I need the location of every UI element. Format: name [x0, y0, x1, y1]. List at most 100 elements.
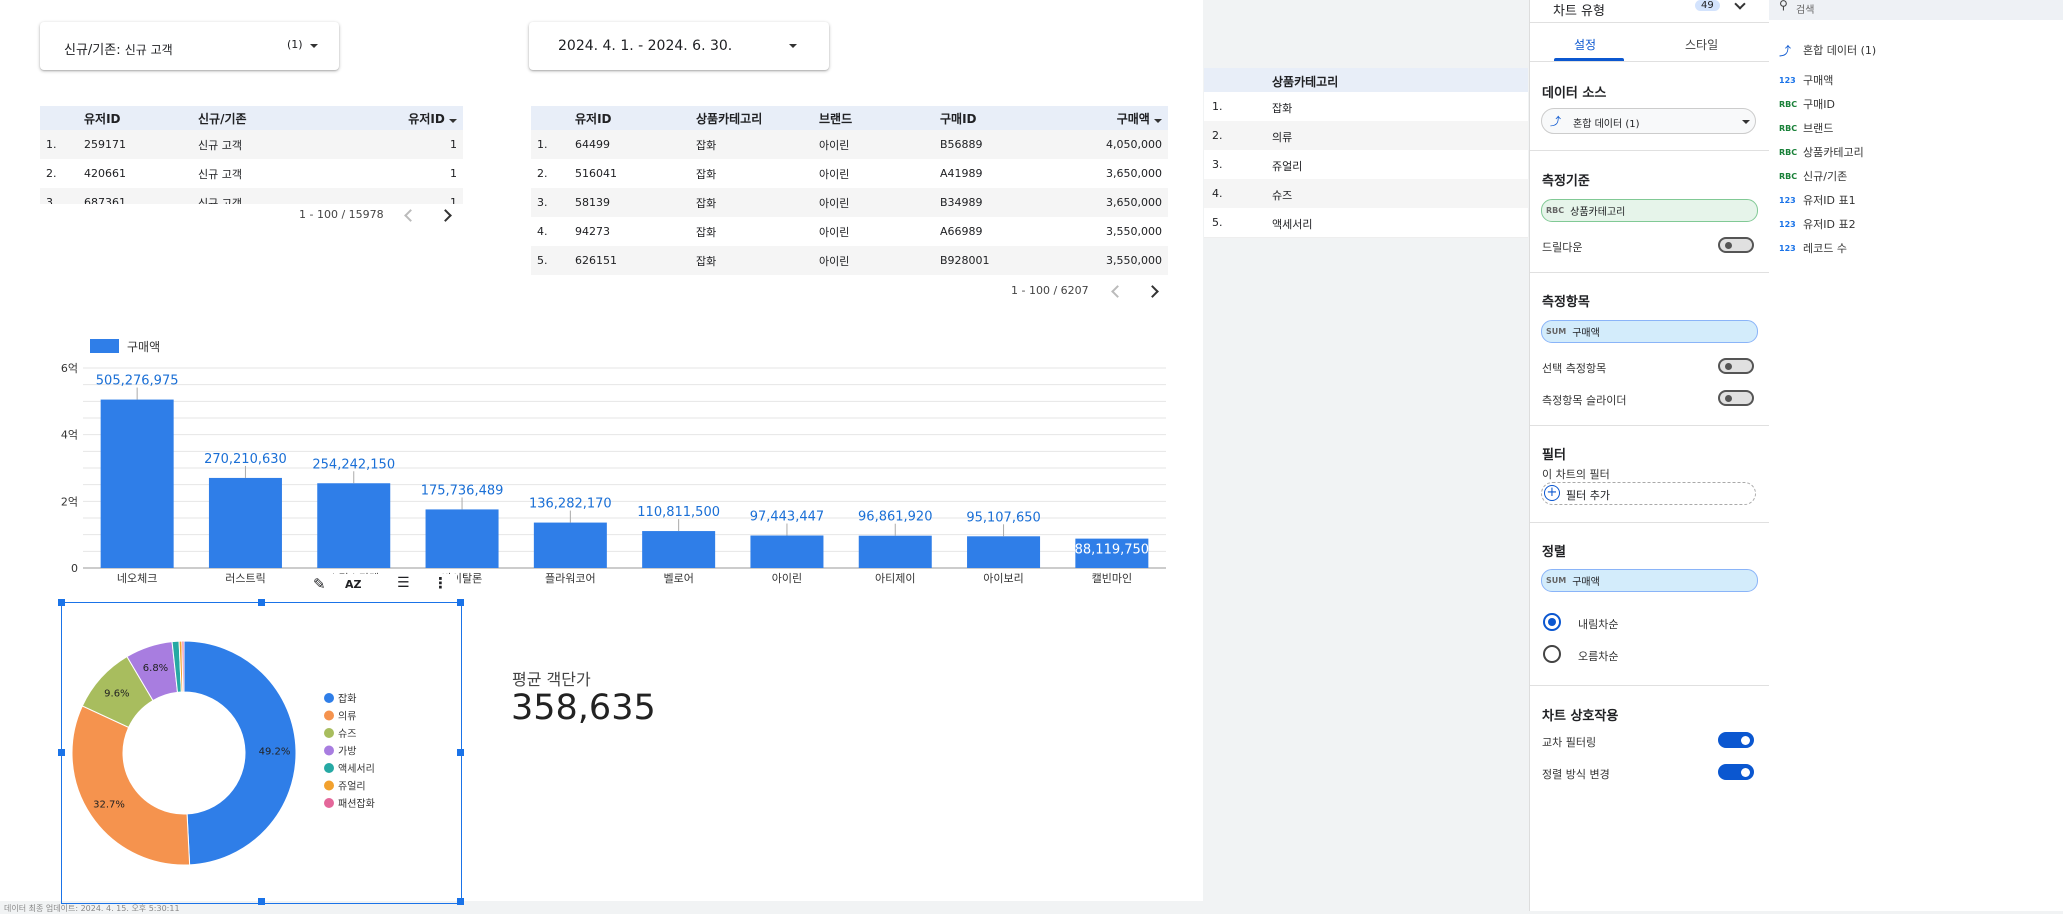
- table-row[interactable]: 1. 259171 신규 고객 1: [40, 130, 463, 159]
- row-index: 1.: [531, 130, 569, 159]
- sort-chip[interactable]: SUM 구매액: [1541, 569, 1758, 592]
- x-tick-label: 캘빈마인: [1092, 572, 1132, 585]
- data-label: 88,119,750: [1075, 543, 1149, 558]
- bar[interactable]: [317, 483, 391, 568]
- optional-metric-toggle[interactable]: [1718, 358, 1754, 374]
- data-label: 95,107,650: [966, 510, 1040, 525]
- col-header[interactable]: 유저ID: [78, 106, 192, 130]
- table-row[interactable]: 3. 58139 잡화 아이린 B34989 3,650,000: [531, 188, 1168, 217]
- bar[interactable]: [100, 399, 174, 568]
- table-row[interactable]: 5. 액세서리: [1204, 208, 1528, 238]
- resize-handle[interactable]: [457, 898, 464, 905]
- field-type-icon: 123: [1779, 219, 1796, 229]
- resize-handle[interactable]: [258, 898, 265, 905]
- chart-type-badge: 49: [1695, 0, 1720, 11]
- tab-style[interactable]: 스타일: [1685, 36, 1718, 53]
- field-item[interactable]: RBC 신규/기존: [1779, 167, 1847, 185]
- sort-asc-radio[interactable]: [1543, 645, 1561, 663]
- legend-label[interactable]: 잡화: [338, 693, 356, 705]
- col-header[interactable]: 브랜드: [813, 106, 934, 130]
- field-item[interactable]: RBC 상품카테고리: [1779, 143, 1864, 161]
- tab-settings[interactable]: 설정: [1574, 36, 1596, 53]
- resize-handle[interactable]: [58, 749, 65, 756]
- next-page-icon[interactable]: [1146, 285, 1159, 298]
- table-row[interactable]: 3. 쥬얼리: [1204, 150, 1528, 180]
- col-header[interactable]: 유저ID: [359, 106, 463, 130]
- table-row[interactable]: 4. 슈즈: [1204, 179, 1528, 209]
- col-header[interactable]: 구매액: [1056, 106, 1168, 130]
- legend-label[interactable]: 가방: [338, 746, 356, 758]
- cell: 아이린: [813, 188, 934, 217]
- legend-label[interactable]: 의류: [338, 711, 356, 723]
- table-row[interactable]: 1. 잡화: [1204, 92, 1528, 122]
- purchase-table: 유저ID 상품카테고리 브랜드 구매ID 구매액 1. 64499 잡화 아이린 B56…: [531, 106, 1168, 276]
- bar[interactable]: [208, 477, 282, 568]
- legend-label[interactable]: 패션잡화: [338, 798, 375, 810]
- cell: 신규 고객: [192, 188, 359, 204]
- prev-page-icon[interactable]: [404, 209, 417, 222]
- field-search-input[interactable]: ⚲ 검색: [1769, 0, 2063, 20]
- chevron-down-icon[interactable]: [1734, 0, 1746, 10]
- table-row[interactable]: 2. 의류: [1204, 121, 1528, 151]
- col-header[interactable]: 상품카테고리: [1272, 73, 1338, 90]
- field-item[interactable]: 123 유저ID 표2: [1779, 215, 1856, 233]
- field-item[interactable]: 123 레코드 수: [1779, 239, 1847, 257]
- table-row[interactable]: 1. 64499 잡화 아이린 B56889 4,050,000: [531, 130, 1168, 159]
- table-row[interactable]: 2. 420661 신규 고객 1: [40, 159, 463, 188]
- field-item[interactable]: RBC 구매ID: [1779, 95, 1835, 113]
- legend-label[interactable]: 쥬얼리: [338, 781, 366, 793]
- resize-handle[interactable]: [457, 749, 464, 756]
- drilldown-toggle[interactable]: [1718, 237, 1754, 253]
- metric-slider-toggle[interactable]: [1718, 390, 1754, 406]
- add-filter-button[interactable]: + 필터 추가: [1541, 482, 1756, 505]
- cell: A41989: [940, 167, 983, 180]
- edit-pencil-icon[interactable]: ✎: [313, 575, 326, 593]
- resize-handle[interactable]: [457, 599, 464, 606]
- field-type-tag: RBC: [1546, 206, 1565, 215]
- data-label: 270,210,630: [204, 452, 287, 467]
- resize-handle[interactable]: [258, 599, 265, 606]
- slice-label: 9.6%: [104, 688, 129, 699]
- table-row[interactable]: 3. 687361 신규 고객 1: [40, 188, 463, 204]
- date-range-filter[interactable]: 2024. 4. 1. - 2024. 6. 30.: [529, 22, 829, 70]
- col-header[interactable]: 구매ID: [934, 106, 1056, 130]
- bar[interactable]: [967, 536, 1041, 568]
- category-donut-chart[interactable]: 49.2% 32.7% 9.6% 6.8% 잡화의류슈즈가방액세서리쥬얼리패션잡화: [62, 603, 460, 901]
- cross-filter-toggle[interactable]: [1718, 732, 1754, 748]
- sort-desc-icon: [1154, 118, 1162, 123]
- prev-page-icon[interactable]: [1111, 285, 1124, 298]
- field-item[interactable]: 123 구매액: [1779, 71, 1833, 89]
- legend-label[interactable]: 슈즈: [338, 728, 356, 740]
- col-header[interactable]: 상품카테고리: [690, 106, 813, 130]
- dimension-chip[interactable]: RBC 상품카테고리: [1541, 199, 1758, 222]
- table-row[interactable]: 5. 626151 잡화 아이린 B928001 3,550,000: [531, 246, 1168, 275]
- data-source-select[interactable]: ⤴ 혼합 데이터 (1): [1541, 108, 1756, 134]
- sort-az-icon[interactable]: AZ: [345, 578, 362, 591]
- more-vert-icon[interactable]: ⋮: [433, 574, 448, 592]
- data-label: 110,811,500: [637, 505, 720, 520]
- next-page-icon[interactable]: [439, 209, 452, 222]
- change-sort-toggle[interactable]: [1718, 764, 1754, 780]
- resize-handle[interactable]: [58, 599, 65, 606]
- bar[interactable]: [533, 522, 607, 568]
- bar[interactable]: [642, 531, 716, 568]
- donut-slice[interactable]: [71, 705, 191, 866]
- filter-lines-icon[interactable]: ☰: [397, 575, 410, 591]
- legend-label[interactable]: 액세서리: [338, 763, 375, 775]
- sort-desc-radio[interactable]: [1543, 613, 1561, 631]
- bar[interactable]: [750, 535, 824, 568]
- cell: A66989: [940, 225, 983, 238]
- blended-source-item[interactable]: ⤴ 혼합 데이터 (1): [1779, 41, 1876, 59]
- brand-bar-chart[interactable]: 구매액 0 2억 4억 6억네오체크 505,276,975 러스트릭 270,210,630…: [40, 328, 1180, 590]
- table-row[interactable]: 4. 94273 잡화 아이린 A66989 3,550,000: [531, 217, 1168, 246]
- field-item[interactable]: RBC 브랜드: [1779, 119, 1833, 137]
- col-header[interactable]: 유저ID: [569, 106, 690, 130]
- metric-chip[interactable]: SUM 구매액: [1541, 320, 1758, 343]
- bar[interactable]: [425, 509, 499, 568]
- col-header[interactable]: 신규/기존: [192, 106, 359, 130]
- bar[interactable]: [858, 535, 932, 568]
- new-existing-filter[interactable]: 신규/기존: 신규 고객 (1): [40, 22, 339, 70]
- table-row[interactable]: 2. 516041 잡화 아이린 A41989 3,650,000: [531, 159, 1168, 188]
- chart-type-label[interactable]: 차트 유형: [1553, 0, 1605, 19]
- field-item[interactable]: 123 유저ID 표1: [1779, 191, 1856, 209]
